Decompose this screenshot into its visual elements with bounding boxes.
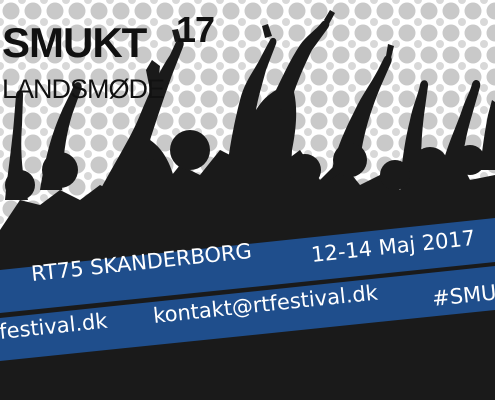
info-banners: RT75 SKANDERBORG 12-14 Maj 2017 festival… <box>0 218 495 361</box>
event-banner: SMUKT 17 LANDSMØDE RT75 SKANDERBORG 12-1… <box>0 0 495 400</box>
